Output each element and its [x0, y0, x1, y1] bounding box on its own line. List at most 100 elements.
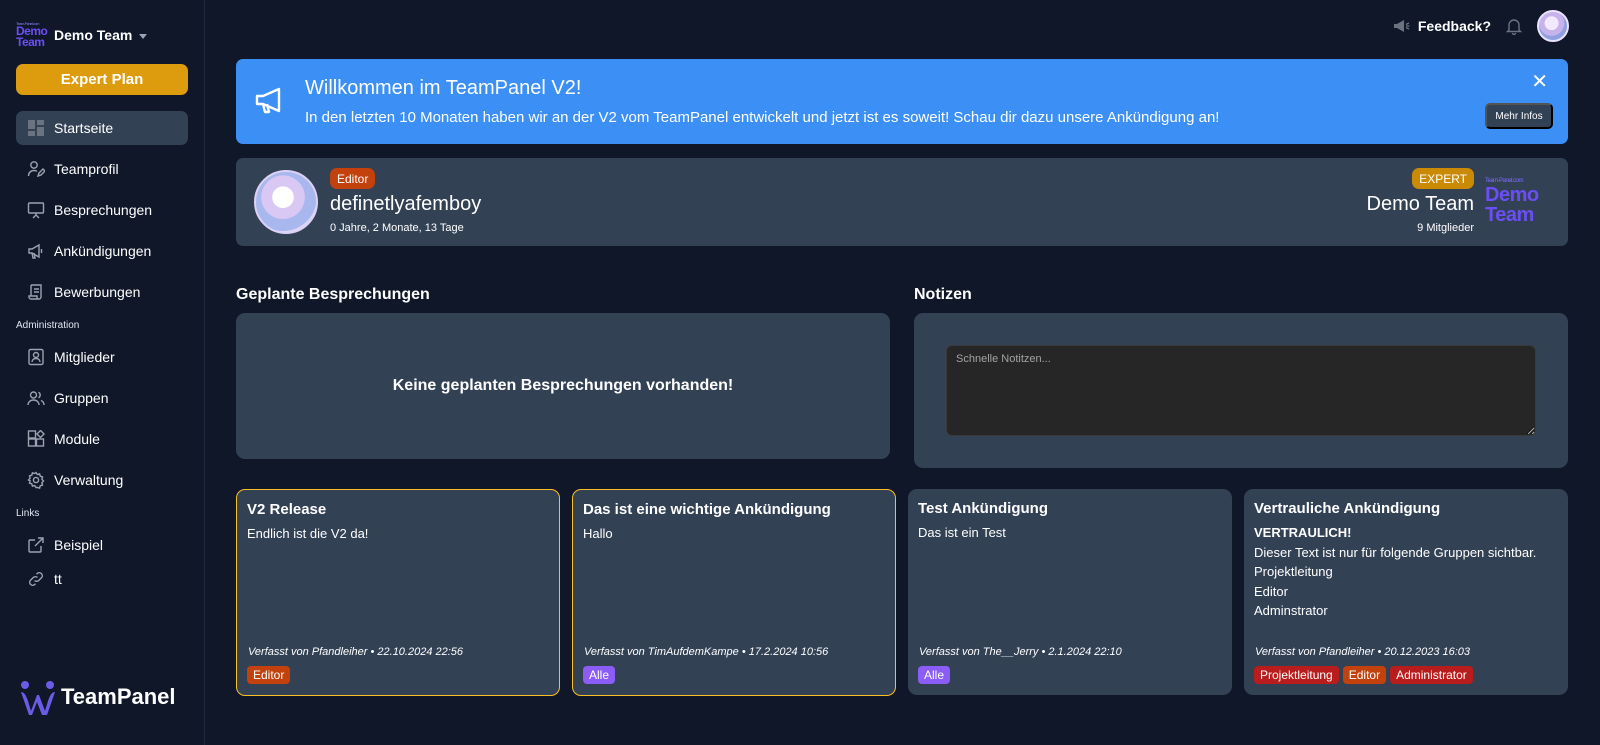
group-tag: Administrator	[1390, 666, 1473, 684]
sidebar: Team-Panel.com Demo Team Demo Team Exper…	[0, 0, 205, 745]
announcement-tags: Alle	[918, 666, 951, 684]
topbar: Feedback?	[205, 0, 1600, 52]
group-tag: Editor	[1342, 666, 1387, 684]
announcement-title: Test Ankündigung	[918, 500, 1048, 517]
bell-icon[interactable]	[1505, 17, 1523, 35]
member-count: 9 Mitglieder	[1417, 222, 1474, 234]
team-logo-line2: Team	[1485, 204, 1534, 226]
sidebar-item-label: Ankündigungen	[54, 243, 152, 259]
group-tag: Editor	[247, 666, 291, 684]
announcement-line: Editor	[1254, 583, 1288, 599]
announcement-meta: Verfasst von Pfandleiher • 22.10.2024 22…	[248, 646, 464, 658]
team-logo: Team-Panel.com Demo Team	[1485, 178, 1549, 225]
sidebar-item-teamprofil[interactable]: Teamprofil	[16, 152, 188, 186]
group-tag: Projektleitung	[1254, 666, 1339, 684]
teampanel-logo-icon	[21, 681, 55, 715]
announcement-title: V2 Release	[247, 501, 327, 518]
group-tag: Alle	[918, 666, 951, 684]
membership-duration: 0 Jahre, 2 Monate, 13 Tage	[330, 222, 464, 234]
sidebar-item-label: Teamprofil	[54, 161, 119, 177]
team-logo: Team-Panel.com Demo Team	[16, 19, 49, 52]
sidebar-item-besprechungen[interactable]: Besprechungen	[16, 193, 188, 227]
megaphone-icon	[1393, 20, 1410, 32]
expert-plan-button[interactable]: Expert Plan	[16, 64, 188, 95]
announcement-strong-line: VERTRAULICH!	[1254, 525, 1352, 540]
sidebar-item-verwaltung[interactable]: Verwaltung	[16, 463, 188, 497]
announcement-line: Hallo	[583, 526, 613, 541]
sidebar-item-mitglieder[interactable]: Mitglieder	[16, 340, 188, 374]
sidebar-item-gruppen[interactable]: Gruppen	[16, 381, 188, 415]
notes-textarea[interactable]	[946, 345, 1536, 436]
announcement-card[interactable]: Test Ankündigung Das ist ein Test Verfas…	[908, 489, 1232, 695]
teampanel-brand: TeamPanel	[19, 679, 176, 715]
announcement-line: Projektleitung	[1254, 564, 1333, 579]
meetings-heading: Geplante Besprechungen	[236, 286, 430, 303]
sidebar-item-startseite[interactable]: Startseite	[16, 111, 188, 145]
sidebar-item-label: Beispiel	[54, 537, 104, 553]
group-tag: Alle	[583, 666, 616, 684]
profile-name: definetlyafemboy	[330, 193, 482, 215]
announcement-tags: Alle	[583, 666, 616, 684]
team-switcher[interactable]: Team-Panel.com Demo Team Demo Team	[16, 17, 188, 53]
meetings-empty-state: Keine geplanten Besprechungen vorhanden!	[236, 313, 890, 459]
caret-down-icon	[139, 33, 148, 39]
users-icon	[27, 391, 45, 406]
sidebar-item-label: Besprechungen	[54, 202, 153, 218]
section-label-links: Links	[16, 508, 40, 519]
announcement-body: Hallo	[583, 524, 885, 544]
announcement-meta: Verfasst von TimAufdemKampe • 17.2.2024 …	[584, 646, 829, 658]
announcement-meta: Verfasst von Pfandleiher • 20.12.2023 16…	[1255, 646, 1471, 658]
role-badge: Editor	[330, 168, 376, 189]
notes-section: Notizen	[914, 286, 1568, 468]
announcement-card[interactable]: Das ist eine wichtige Ankündigung Hallo …	[572, 489, 896, 696]
user-avatar[interactable]	[1537, 10, 1569, 42]
sidebar-item-module[interactable]: Module	[16, 422, 188, 456]
team-name: Demo Team	[1366, 193, 1474, 215]
announcement-line: Das ist ein Test	[918, 525, 1006, 540]
profile-card: Editor definetlyafemboy 0 Jahre, 2 Monat…	[236, 158, 1568, 246]
announcement-body: VERTRAULICH! Dieser Text ist nur für fol…	[1254, 523, 1558, 621]
team-name: Demo Team	[54, 27, 133, 43]
main-area: Feedback? Willkommen im TeamPanel V2! In…	[205, 0, 1600, 745]
banner-text: In den letzten 10 Monaten haben wir an d…	[305, 109, 1220, 126]
plan-badge: EXPERT	[1412, 168, 1474, 189]
megaphone-icon	[28, 243, 43, 259]
announcement-card[interactable]: V2 Release Endlich ist die V2 da! Verfas…	[236, 489, 560, 696]
dashboard-icon	[28, 120, 44, 136]
feedback-label: Feedback?	[1417, 18, 1491, 34]
welcome-banner: Willkommen im TeamPanel V2! In den letzt…	[236, 59, 1568, 144]
announcement-tags: Editor	[247, 666, 291, 684]
megaphone-icon	[255, 87, 281, 114]
more-info-button[interactable]: Mehr Infos	[1485, 103, 1553, 129]
announcement-meta: Verfasst von The__Jerry • 2.1.2024 22:10	[919, 646, 1122, 658]
brand-name: TeamPanel	[61, 684, 176, 709]
announcement-line: Dieser Text ist nur für folgende Gruppen…	[1254, 544, 1537, 560]
announcement-title: Vertrauliche Ankündigung	[1254, 500, 1441, 517]
announcement-line: Adminstrator	[1254, 603, 1328, 618]
announcement-cards: V2 Release Endlich ist die V2 da! Verfas…	[236, 489, 1568, 696]
external-link-icon	[28, 537, 44, 553]
contact-icon	[28, 348, 44, 366]
close-icon[interactable]: ✕	[1531, 72, 1548, 92]
profile-avatar	[254, 170, 318, 234]
sidebar-item-bewerbungen[interactable]: Bewerbungen	[16, 275, 188, 309]
link-icon	[29, 572, 43, 586]
sidebar-item-label: Bewerbungen	[54, 284, 141, 300]
announcement-tags: Projektleitung Editor Administrator	[1254, 666, 1473, 684]
sidebar-item-tt[interactable]: tt	[16, 562, 188, 596]
announcement-card[interactable]: Vertrauliche Ankündigung VERTRAULICH! Di…	[1244, 489, 1568, 695]
sidebar-item-beispiel[interactable]: Beispiel	[16, 528, 188, 562]
app-root: Team-Panel.com Demo Team Demo Team Exper…	[0, 0, 1600, 745]
overview-row: Geplante Besprechungen Keine geplanten B…	[236, 286, 1568, 468]
section-label-administration: Administration	[16, 320, 80, 331]
presentation-icon	[27, 202, 45, 219]
sidebar-item-ankuendigungen[interactable]: Ankündigungen	[16, 234, 188, 268]
scroll-icon	[28, 284, 42, 300]
notes-box	[914, 313, 1568, 468]
feedback-button[interactable]: Feedback?	[1393, 18, 1491, 34]
sidebar-item-label: Verwaltung	[54, 472, 124, 488]
content: Willkommen im TeamPanel V2! In den letzt…	[236, 59, 1568, 696]
sidebar-item-label: Module	[54, 431, 100, 447]
gear-icon	[27, 471, 45, 489]
notes-heading: Notizen	[914, 286, 972, 303]
